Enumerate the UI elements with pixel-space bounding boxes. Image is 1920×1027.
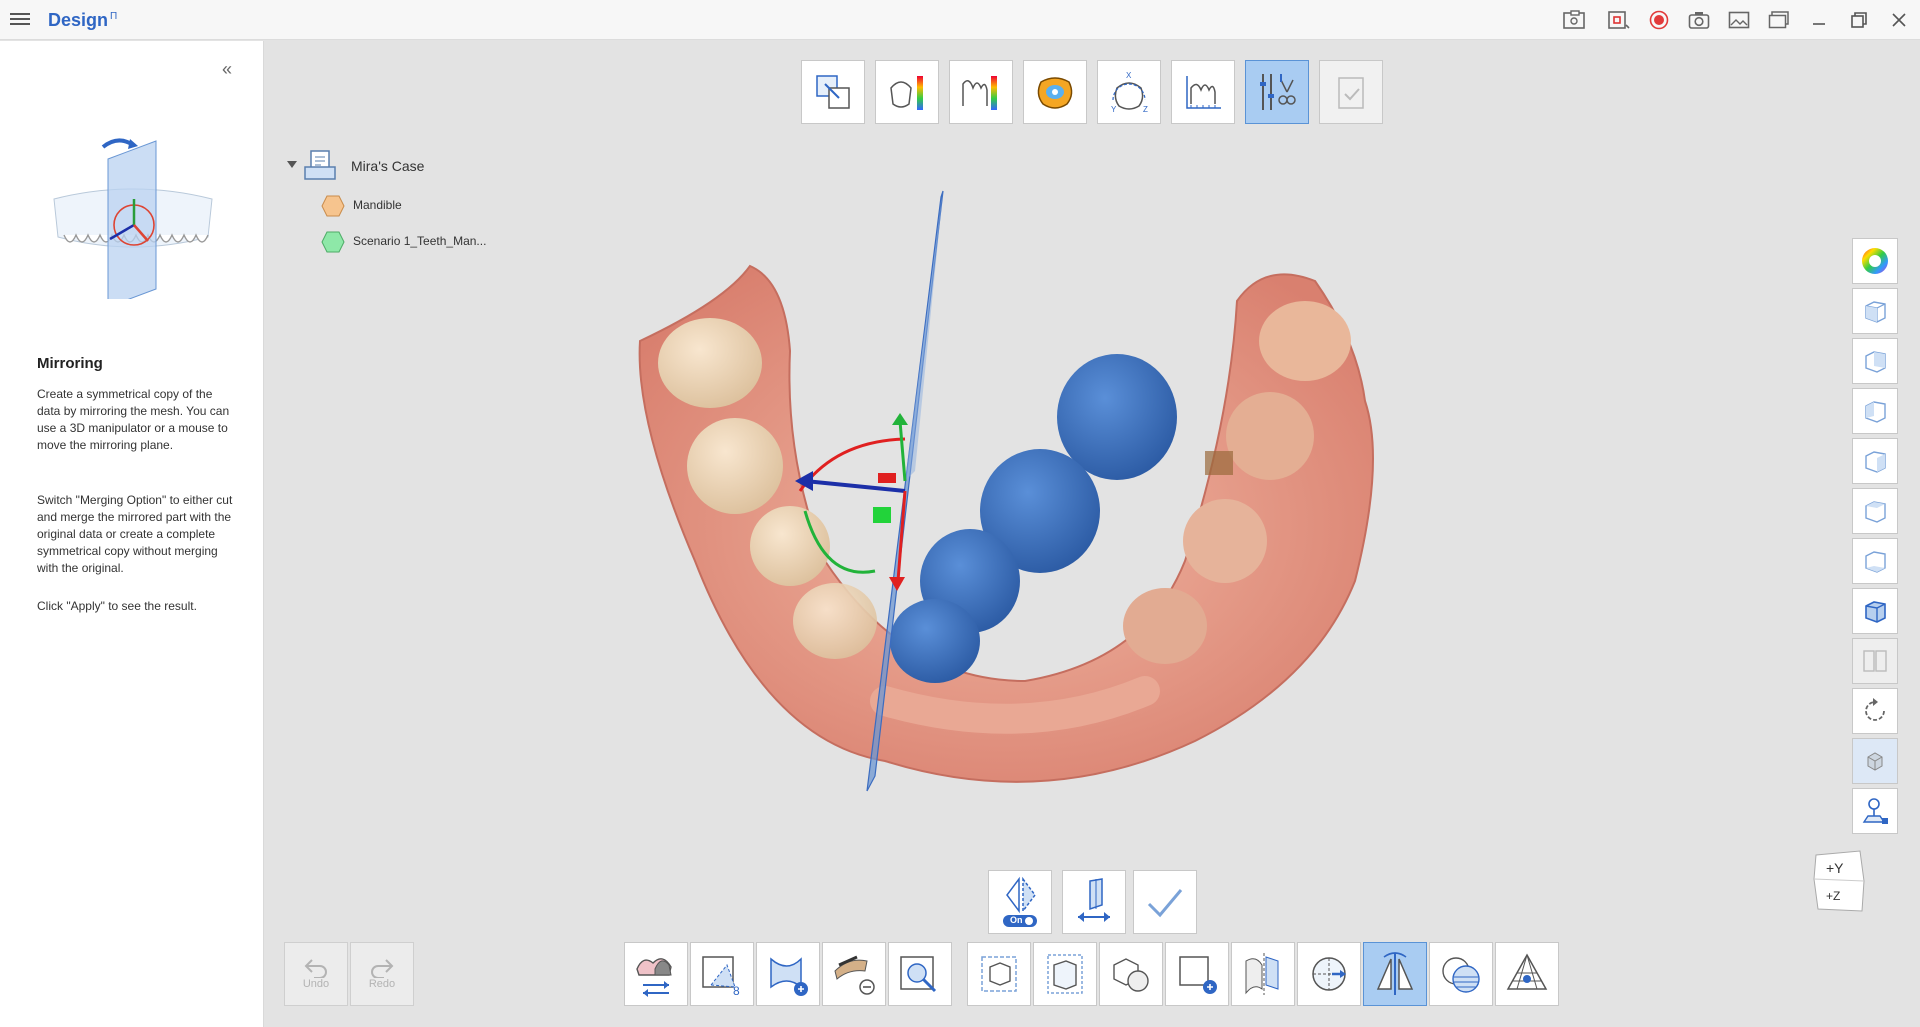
app-title: Design (48, 10, 109, 30)
app-title-mark: Π (110, 11, 118, 22)
orientation-y-label: +Y (1826, 860, 1844, 876)
orientation-cube[interactable]: +Y +Z (1812, 849, 1865, 912)
undo-label: Undo (302, 978, 330, 990)
mirroring-illustration (48, 129, 218, 308)
apply-mirror-button[interactable] (1133, 870, 1197, 934)
occlusal-swap-icon[interactable] (624, 942, 688, 1006)
3d-viewport[interactable]: XYZ Mira's Case Mandible Scenario 1_Teet… (265, 41, 1920, 1027)
restore-icon[interactable] (1846, 8, 1872, 32)
view-bottom-icon[interactable] (1852, 538, 1898, 584)
view-iso-icon[interactable] (1852, 588, 1898, 634)
camera-icon[interactable] (1686, 8, 1712, 32)
flip-plane-icon[interactable] (1062, 870, 1126, 934)
inspect-zoom-icon[interactable] (888, 942, 952, 1006)
close-icon[interactable] (1886, 8, 1912, 32)
image-icon[interactable] (1726, 8, 1752, 32)
shell-offset-icon[interactable] (1033, 942, 1097, 1006)
scan-station-icon[interactable] (1852, 788, 1898, 834)
gallery-icon[interactable] (1766, 8, 1792, 32)
screen-record-region-icon[interactable] (1606, 8, 1632, 32)
split-view-icon[interactable] (1852, 638, 1898, 684)
title-bar: Design Π (0, 0, 1920, 40)
view-top-icon[interactable] (1852, 488, 1898, 534)
primitive-shapes-icon[interactable] (1099, 942, 1163, 1006)
redo-button[interactable]: Redo (350, 942, 414, 1006)
add-object-icon[interactable] (1165, 942, 1229, 1006)
redo-label: Redo (368, 978, 396, 990)
guide-paragraph-3: Click "Apply" to see the result. (37, 599, 197, 613)
box-select-icon[interactable] (967, 942, 1031, 1006)
view-back-icon[interactable] (1852, 338, 1898, 384)
sphere-move-icon[interactable] (1297, 942, 1361, 1006)
color-wheel-icon[interactable] (1852, 238, 1898, 284)
view-right-icon[interactable] (1852, 438, 1898, 484)
merge-toggle-label: On (1010, 915, 1023, 925)
layered-spheres-icon[interactable] (1429, 942, 1493, 1006)
record-icon[interactable] (1646, 8, 1672, 32)
mesh-triangle-icon[interactable] (1495, 942, 1559, 1006)
merging-option-toggle[interactable]: On (988, 870, 1052, 934)
reset-rotation-icon[interactable] (1852, 688, 1898, 734)
bridge-add-icon[interactable] (756, 942, 820, 1006)
orientation-z-label: +Z (1826, 889, 1841, 903)
guide-paragraph-2: Switch "Merging Option" to either cut an… (37, 493, 233, 575)
view-front-icon[interactable] (1852, 288, 1898, 334)
menu-icon[interactable] (10, 10, 30, 28)
solid-view-icon[interactable] (1852, 738, 1898, 784)
guide-sidebar: « Mirroring Create a symmetrical copy of… (0, 41, 264, 1027)
collapse-sidebar-icon[interactable]: « (222, 59, 232, 80)
guide-heading: Mirroring (37, 355, 103, 372)
view-left-icon[interactable] (1852, 388, 1898, 434)
minimize-icon[interactable] (1806, 8, 1832, 32)
snapshot-compare-icon[interactable] (1562, 8, 1588, 32)
guide-paragraph-1: Create a symmetrical copy of the data by… (37, 387, 230, 452)
undo-button[interactable]: Undo (284, 942, 348, 1006)
svg-text:8: 8 (733, 984, 740, 998)
trim-surface-icon[interactable] (822, 942, 886, 1006)
region-select-icon[interactable]: 8 (690, 942, 754, 1006)
cut-plane-icon[interactable] (1231, 942, 1295, 1006)
mirror-tool-icon[interactable] (1363, 942, 1427, 1006)
